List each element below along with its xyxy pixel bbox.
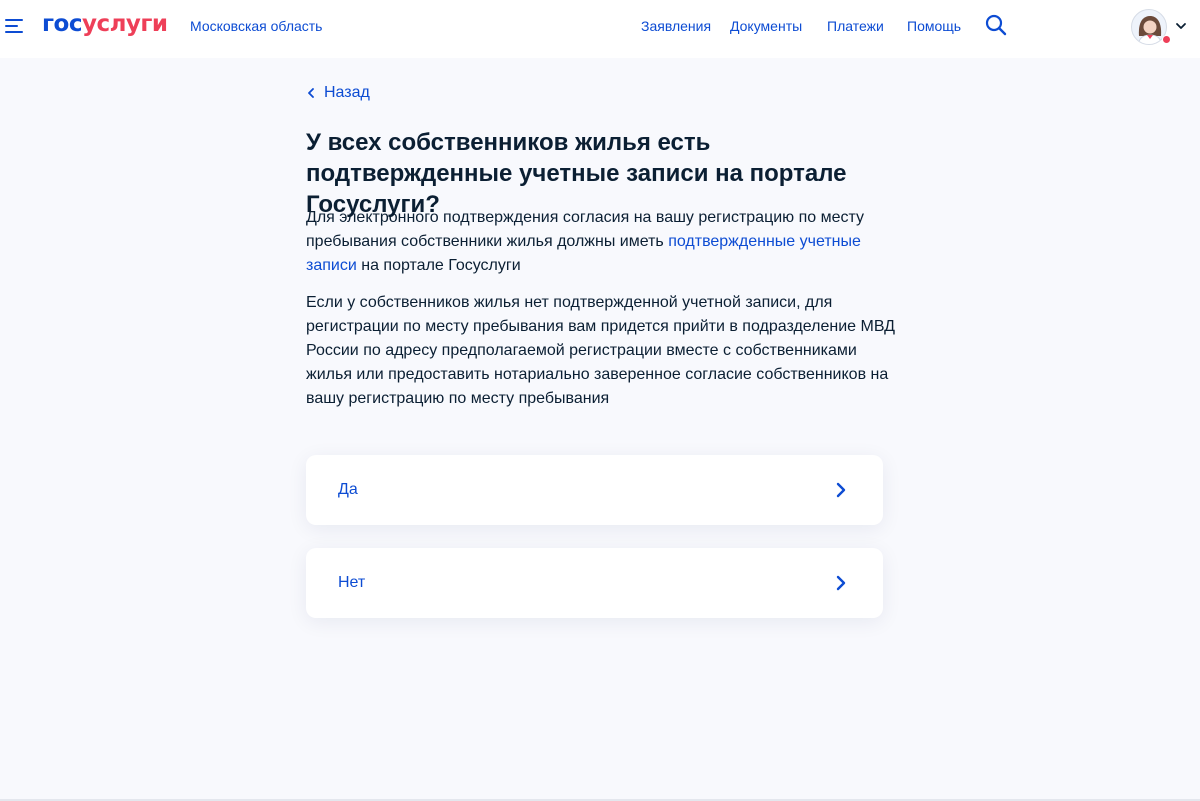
gosuslugi-logo[interactable]: госуслуги [42, 11, 168, 37]
nav-help[interactable]: Помощь [907, 18, 961, 34]
chevron-left-icon [308, 88, 314, 98]
logo-part-gos: гос [42, 11, 82, 37]
nav-documents[interactable]: Документы [730, 18, 802, 34]
menu-icon[interactable] [5, 17, 25, 37]
region-selector[interactable]: Московская область [190, 18, 322, 34]
info-paragraph-2: Если у собственников жилья нет подтвержд… [306, 294, 895, 407]
back-label: Назад [324, 84, 370, 101]
option-yes-label: Да [338, 481, 358, 498]
option-no-label: Нет [338, 574, 366, 591]
chevron-right-icon [836, 482, 846, 498]
chevron-right-icon [836, 575, 846, 591]
back-link[interactable]: Назад [306, 84, 370, 102]
nav-payments[interactable]: Платежи [827, 18, 884, 34]
notification-dot [1162, 35, 1171, 44]
para1-text-end: на портале Госуслуги [356, 257, 521, 274]
nav-applications[interactable]: Заявления [641, 18, 711, 34]
site-header: госуслуги Московская область Заявления Д… [0, 0, 1200, 58]
search-icon[interactable] [985, 14, 1007, 36]
logo-part-uslugi: услуги [81, 11, 168, 37]
option-yes-button[interactable]: Да [306, 455, 883, 525]
info-paragraph-1: Для электронного подтверждения согласия … [306, 206, 896, 278]
option-no-button[interactable]: Нет [306, 548, 883, 618]
chevron-down-icon[interactable] [1175, 20, 1187, 32]
